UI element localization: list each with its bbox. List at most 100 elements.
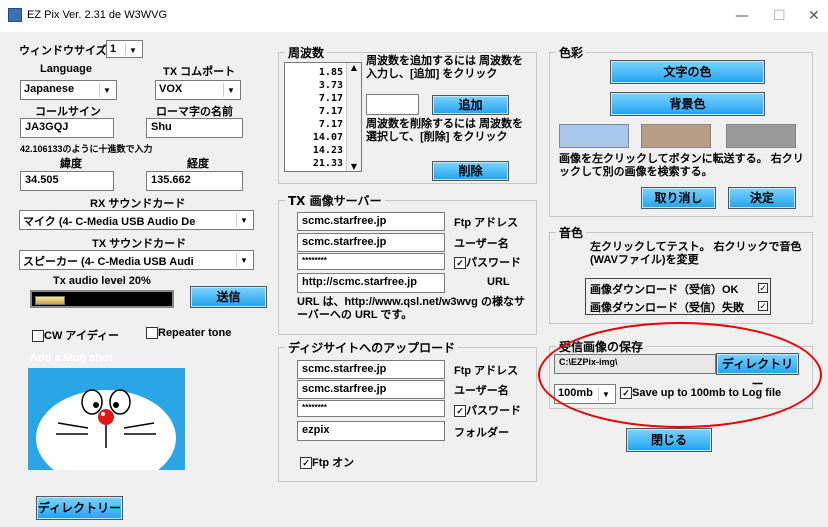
- digi-username-input[interactable]: scmc.starfree.jp: [297, 380, 445, 399]
- checkbox-icon: [32, 330, 44, 343]
- frequency-title: 周波数: [285, 44, 328, 61]
- rx-card-select[interactable]: マイク (4- C-Media USB Audio De ▼: [19, 210, 254, 230]
- checkbox-icon: [146, 327, 158, 340]
- add-frequency-button[interactable]: 追加: [432, 95, 509, 115]
- digi-folder-input[interactable]: ezpix: [297, 421, 445, 441]
- scroll-up-icon[interactable]: ▲: [347, 63, 361, 72]
- language-label: Language: [40, 63, 92, 75]
- digi-password-label: パスワード: [466, 405, 521, 417]
- callsign-input[interactable]: JA3GQJ: [20, 118, 114, 138]
- window-size-label: ウィンドウサイズ: [19, 45, 107, 57]
- frequency-item[interactable]: 1.85: [319, 67, 343, 78]
- left-directory-button[interactable]: ディレクトリー: [36, 496, 123, 520]
- ok-button[interactable]: 決定: [728, 187, 796, 209]
- close-button[interactable]: 閉じる: [626, 428, 712, 452]
- frequency-item[interactable]: 21.33: [313, 158, 343, 169]
- repeater-tone-checkbox[interactable]: Repeater tone: [146, 327, 232, 340]
- frequency-item[interactable]: 14.07: [313, 132, 343, 143]
- tx-url-input[interactable]: http://scmc.starfree.jp: [297, 273, 445, 293]
- window-size-select[interactable]: 1 ▼: [106, 40, 143, 58]
- roman-name-input[interactable]: Shu: [146, 118, 243, 138]
- title-bar: EZ Pix Ver. 2.31 de W3WVG — ☐ ✕: [0, 0, 828, 32]
- doraemon-image: [28, 368, 185, 470]
- rx-card-label: RX サウンドカード: [90, 198, 186, 210]
- sound-fail-checkbox[interactable]: ✓: [758, 301, 768, 312]
- maximize-button[interactable]: ☐: [773, 8, 786, 24]
- color-swatch-3[interactable]: [726, 124, 796, 148]
- digi-folder-label: フォルダー: [454, 427, 509, 439]
- tx-password-checkbox[interactable]: ✓ パスワード: [454, 254, 521, 270]
- colors-hint: 画像を左クリックしてボタンに転送する。 右クリックして別の画像を検索する。: [559, 153, 804, 178]
- add-frequency-hint: 周波数を追加するには 周波数を入力し、[追加] をクリック: [366, 55, 524, 80]
- latitude-input[interactable]: 34.505: [20, 171, 114, 191]
- longitude-input[interactable]: 135.662: [146, 171, 243, 191]
- close-window-button[interactable]: ✕: [808, 8, 820, 24]
- sound-ok-checkbox[interactable]: ✓: [758, 283, 768, 294]
- tx-url-hint: URL は、http://www.qsl.net/w3wvg の様なサーバーへの…: [297, 296, 525, 321]
- frequency-item[interactable]: 7.17: [319, 119, 343, 130]
- tx-username-input[interactable]: scmc.starfree.jp: [297, 233, 445, 252]
- window-size-value: 1: [110, 43, 117, 55]
- language-value: Japanese: [24, 83, 75, 95]
- cw-id-checkbox[interactable]: CW アイディー: [32, 327, 119, 343]
- checkbox-icon: ✓: [300, 457, 312, 470]
- language-select[interactable]: Japanese ▼: [20, 80, 117, 100]
- repeater-tone-label: Repeater tone: [158, 327, 232, 339]
- minimize-button[interactable]: —: [735, 8, 749, 24]
- digi-password-input[interactable]: ********: [297, 400, 445, 417]
- rx-card-value: マイク (4- C-Media USB Audio De: [23, 216, 196, 228]
- frequency-scrollbar[interactable]: ▲ ▼: [346, 63, 361, 171]
- tx-username-label: ユーザー名: [454, 238, 509, 250]
- color-swatch-2[interactable]: [641, 124, 711, 148]
- chevron-down-icon: ▼: [236, 253, 251, 267]
- tx-ftp-address-label: Ftp アドレス: [454, 217, 519, 229]
- send-button[interactable]: 送信: [190, 286, 267, 308]
- chevron-down-icon: ▼: [236, 213, 251, 227]
- ftp-on-label: Ftp オン: [312, 457, 355, 469]
- chevron-down-icon: ▼: [223, 83, 238, 97]
- digi-password-checkbox[interactable]: ✓ パスワード: [454, 402, 521, 418]
- tx-url-label: URL: [487, 276, 510, 288]
- tx-server-title: TX 画像サーバー: [285, 192, 385, 209]
- scroll-down-icon[interactable]: ▼: [347, 162, 361, 171]
- checkbox-icon: ✓: [454, 257, 466, 270]
- roman-name-label: ローマ字の名前: [156, 106, 233, 118]
- tx-com-select[interactable]: VOX ▼: [155, 80, 241, 100]
- tx-level-slider[interactable]: [30, 290, 174, 308]
- sound-ok-item[interactable]: 画像ダウンロード（受信）OK: [590, 281, 739, 297]
- tx-com-label: TX コムポート: [163, 66, 236, 78]
- frequency-list[interactable]: 1.85 3.73 7.17 7.17 7.17 14.07 14.23 21.33 ▲ ▼: [284, 62, 362, 172]
- tx-card-select[interactable]: スピーカー (4- C-Media USB Audi ▼: [19, 250, 254, 270]
- frequency-item[interactable]: 3.73: [319, 80, 343, 91]
- tx-com-value: VOX: [159, 83, 183, 95]
- digi-ftp-address-label: Ftp アドレス: [454, 365, 519, 377]
- delete-frequency-button[interactable]: 削除: [432, 161, 509, 181]
- frequency-item[interactable]: 14.23: [313, 145, 343, 156]
- sound-ok-label: 画像ダウンロード（受信）OK: [590, 284, 739, 296]
- tx-password-input[interactable]: ********: [297, 253, 445, 270]
- digisite-title: ディジサイトへのアップロード: [285, 339, 459, 356]
- frequency-item[interactable]: 7.17: [319, 93, 343, 104]
- colors-title: 色彩: [556, 44, 587, 61]
- cw-id-label: CW アイディー: [44, 330, 120, 342]
- digi-ftp-address-input[interactable]: scmc.starfree.jp: [297, 360, 445, 379]
- sound-fail-item[interactable]: 画像ダウンロード（受信）失敗: [590, 299, 744, 315]
- checkbox-icon: ✓: [454, 405, 466, 418]
- callsign-label: コールサイン: [35, 106, 101, 118]
- tx-ftp-address-input[interactable]: scmc.starfree.jp: [297, 212, 445, 231]
- longitude-label: 経度: [187, 158, 209, 170]
- tx-card-value: スピーカー (4- C-Media USB Audi: [23, 256, 194, 268]
- mug-shot-image[interactable]: [28, 368, 185, 470]
- color-swatch-1[interactable]: [559, 124, 629, 148]
- background-color-button[interactable]: 背景色: [610, 92, 765, 116]
- window-title: EZ Pix Ver. 2.31 de W3WVG: [27, 9, 167, 21]
- text-color-button[interactable]: 文字の色: [610, 60, 765, 84]
- chevron-down-icon: ▼: [99, 83, 114, 97]
- add-frequency-input[interactable]: [366, 94, 419, 115]
- ftp-on-checkbox[interactable]: ✓ Ftp オン: [300, 454, 354, 470]
- sound-title: 音色: [556, 224, 587, 241]
- frequency-item[interactable]: 7.17: [319, 106, 343, 117]
- tx-password-label: パスワード: [466, 257, 521, 269]
- cancel-button[interactable]: 取り消し: [641, 187, 716, 209]
- latitude-label: 緯度: [60, 158, 82, 170]
